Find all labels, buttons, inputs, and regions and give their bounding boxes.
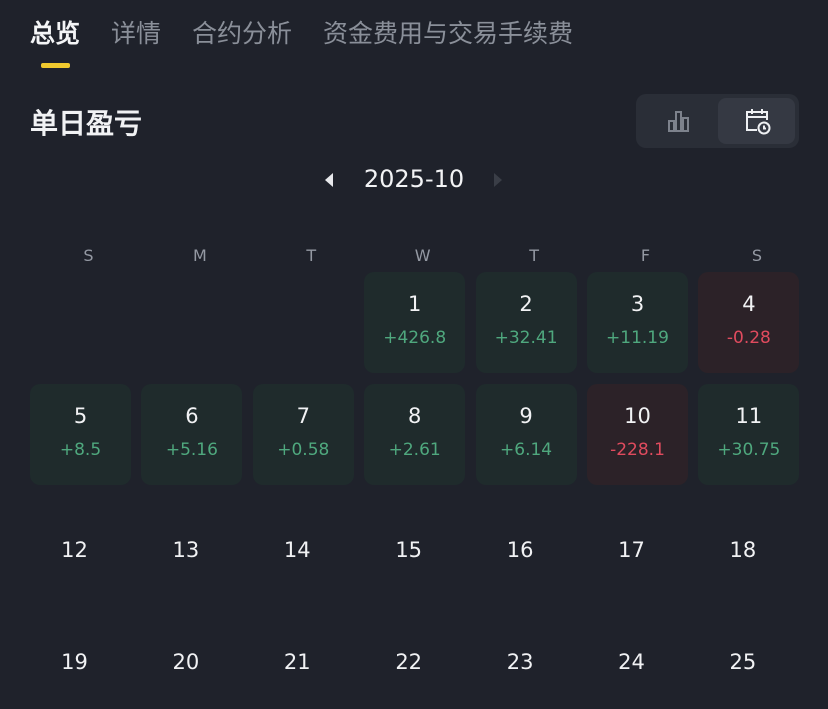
weekday-label: M (192, 246, 207, 265)
day-number: 24 (618, 650, 645, 674)
calendar-clock-icon (745, 109, 770, 135)
calendar-day[interactable]: 23 (476, 608, 577, 709)
calendar-day[interactable]: 16 (476, 496, 577, 597)
active-tab-indicator (41, 63, 70, 68)
day-number: 10 (624, 404, 651, 428)
day-number: 13 (172, 538, 200, 562)
weekday-label: S (751, 246, 762, 265)
weekday-label: S (83, 246, 94, 265)
calendar-day[interactable]: 4 -0.28 (698, 272, 800, 373)
calendar-day[interactable]: 6 +5.16 (141, 384, 243, 485)
calendar-day[interactable]: 24 (587, 608, 688, 709)
tab-bar: 总览 详情 合约分析 资金费用与交易手续费 (30, 14, 573, 50)
day-number: 7 (296, 404, 310, 428)
calendar-day[interactable]: 8 +2.61 (364, 384, 466, 485)
day-pnl: +30.75 (717, 440, 781, 460)
weekday-label: T (529, 246, 539, 265)
day-number: 20 (172, 650, 200, 674)
day-number: 11 (735, 404, 763, 428)
calendar-day[interactable]: 21 (253, 608, 354, 709)
day-number: 17 (618, 538, 645, 562)
tab-details[interactable]: 详情 (111, 14, 161, 50)
day-pnl: +0.58 (277, 440, 330, 460)
weekday-label: T (306, 246, 317, 265)
calendar-day[interactable]: 11 +30.75 (698, 384, 800, 485)
day-number: 16 (506, 538, 534, 562)
calendar-day[interactable]: 20 (141, 608, 242, 709)
calendar-day[interactable]: 12 (30, 496, 131, 597)
day-pnl: +426.8 (383, 328, 447, 348)
day-number: 15 (395, 538, 423, 562)
calendar-day[interactable]: 17 (587, 496, 688, 597)
tab-overview[interactable]: 总览 (30, 14, 80, 50)
calendar-day[interactable]: 10 -228.1 (587, 384, 688, 485)
month-label: 2025-10 (363, 165, 465, 193)
calendar-day[interactable]: 13 (141, 496, 242, 597)
day-pnl: +11.19 (606, 328, 669, 348)
calendar-day[interactable]: 22 (364, 608, 465, 709)
day-number: 3 (630, 292, 645, 316)
calendar-day[interactable]: 7 +0.58 (252, 384, 354, 485)
bar-chart-view-button[interactable] (640, 98, 717, 144)
day-number: 8 (408, 404, 422, 428)
calendar-day[interactable]: 2 +32.41 (475, 272, 577, 373)
day-pnl: +32.41 (494, 328, 558, 348)
day-pnl: +2.61 (388, 440, 441, 460)
bar-chart-icon (667, 111, 689, 132)
day-number: 9 (519, 404, 533, 428)
next-month-arrow[interactable] (494, 173, 502, 187)
weekday-label: W (414, 246, 431, 265)
day-number: 6 (185, 404, 199, 428)
day-number: 14 (283, 538, 311, 562)
day-pnl: +6.14 (500, 440, 553, 460)
calendar-day[interactable]: 14 (253, 496, 354, 597)
day-pnl: +8.5 (59, 440, 102, 460)
day-pnl: -0.28 (726, 328, 771, 348)
calendar-day[interactable]: 5 +8.5 (30, 384, 131, 485)
calendar-day[interactable]: 9 +6.14 (475, 384, 577, 485)
weekday-label: F (640, 246, 651, 265)
calendar-view-button[interactable] (718, 98, 795, 144)
day-number: 23 (506, 650, 534, 674)
day-number: 25 (729, 650, 757, 674)
day-number: 2 (519, 292, 533, 316)
day-pnl: -228.1 (610, 440, 665, 460)
calendar-day[interactable]: 19 (30, 608, 131, 709)
day-number: 5 (73, 404, 88, 428)
day-pnl: +5.16 (165, 440, 218, 460)
section-title: 单日盈亏 (30, 107, 143, 140)
view-toggle (636, 94, 799, 148)
day-number: 22 (395, 650, 423, 674)
day-number: 4 (742, 292, 756, 316)
calendar-day[interactable]: 15 (364, 496, 465, 597)
calendar-day[interactable]: 25 (698, 608, 799, 709)
day-number: 21 (283, 650, 311, 674)
calendar-day[interactable]: 18 (698, 496, 799, 597)
day-number: 19 (61, 650, 88, 674)
tab-funding-fees[interactable]: 资金费用与交易手续费 (323, 14, 573, 50)
calendar-day[interactable]: 1 +426.8 (364, 272, 466, 373)
calendar-day[interactable]: 3 +11.19 (587, 272, 688, 373)
tab-contract-analysis[interactable]: 合约分析 (192, 14, 292, 50)
day-number: 12 (61, 538, 88, 562)
day-number: 1 (408, 292, 422, 316)
day-number: 18 (729, 538, 757, 562)
